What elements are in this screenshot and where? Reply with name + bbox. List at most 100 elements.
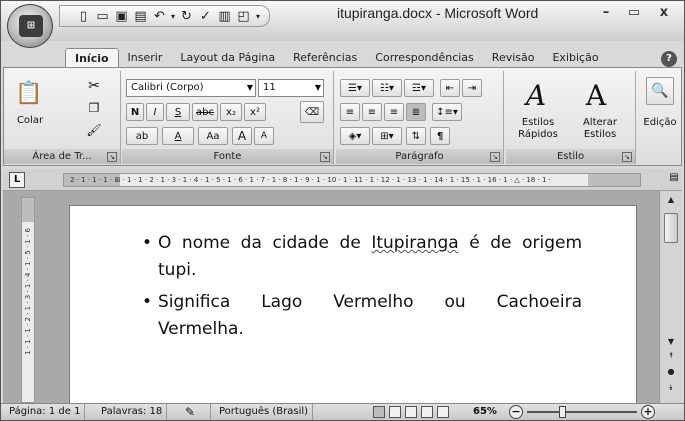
print-preview-icon[interactable]: ◰ <box>234 7 253 25</box>
print-icon[interactable]: ▤ <box>131 7 150 25</box>
paste-button[interactable]: 📋 <box>10 75 48 111</box>
tab-inserir[interactable]: Inserir <box>119 48 172 68</box>
list-item[interactable]: • Significa Lago Vermelho ou Cachoeira Ve… <box>142 289 582 343</box>
outline-view-icon[interactable] <box>421 406 433 418</box>
multilevel-list-icon[interactable]: ☲▾ <box>404 79 434 97</box>
clipboard-launcher-icon[interactable]: ↘ <box>107 152 117 162</box>
zoom-out-button[interactable]: − <box>509 405 523 419</box>
bullets-icon[interactable]: ☰▾ <box>340 79 370 97</box>
office-button[interactable]: ⊞ <box>7 4 53 48</box>
highlight-icon[interactable]: ab <box>126 127 158 145</box>
align-center-icon[interactable]: ≡ <box>362 103 382 121</box>
new-document-icon[interactable]: ▯ <box>74 7 93 25</box>
font-launcher-icon[interactable]: ↘ <box>320 152 330 162</box>
view-ruler-icon[interactable]: ▤ <box>667 172 681 188</box>
list-item[interactable]: • O nome da cidade de Itupiranga é de ori… <box>142 230 582 284</box>
scroll-down-icon[interactable]: ▼ <box>664 337 678 349</box>
undo-icon[interactable]: ↶ <box>150 7 169 25</box>
grow-font-button[interactable]: A <box>232 127 252 145</box>
change-case-button[interactable]: Aa <box>198 127 228 145</box>
undo-dropdown-icon[interactable]: ▾ <box>169 7 177 25</box>
clipboard-group: 📋 Colar ✂ ❐ 🖌 Área de Tr... ↘ <box>4 71 121 164</box>
tab-correspondencias[interactable]: Correspondências <box>366 48 483 68</box>
open-icon[interactable]: ▭ <box>93 7 112 25</box>
scroll-up-icon[interactable]: ▲ <box>664 195 678 207</box>
tab-inicio[interactable]: Início <box>65 48 119 68</box>
table-icon[interactable]: ▥ <box>215 7 234 25</box>
subscript-button[interactable]: x₂ <box>220 103 242 121</box>
show-formatting-button[interactable]: ¶ <box>430 127 450 145</box>
shading-icon[interactable]: ◈▾ <box>340 127 370 145</box>
bullet-text: O nome da cidade de <box>158 233 372 253</box>
font-size-select[interactable]: 11 ▼ <box>258 79 324 97</box>
tab-referencias[interactable]: Referências <box>284 48 366 68</box>
redo-icon[interactable]: ↻ <box>177 7 196 25</box>
superscript-button[interactable]: x² <box>244 103 266 121</box>
underline-button[interactable]: S <box>166 103 190 121</box>
help-icon[interactable]: ? <box>661 51 677 67</box>
horizontal-ruler[interactable]: 2 · 1 · 1 · 1 · ⊠ · 1 · 1 · 2 · 1 · 3 · … <box>63 173 641 187</box>
scrollbar-thumb[interactable] <box>664 213 678 243</box>
increase-indent-icon[interactable]: ⇥ <box>462 79 482 97</box>
language-indicator[interactable]: Português (Brasil) <box>215 404 314 420</box>
paste-label[interactable]: Colar <box>10 115 50 127</box>
previous-page-icon[interactable]: ⯭ <box>664 351 678 363</box>
format-painter-icon[interactable]: 🖌 <box>84 121 104 139</box>
change-styles-button[interactable]: Alterar Estilos <box>570 117 630 141</box>
strikethrough-button[interactable]: abc <box>192 103 218 121</box>
tab-selector-button[interactable]: L <box>9 172 25 188</box>
bold-button[interactable]: N <box>126 103 144 121</box>
tab-revisao[interactable]: Revisão <box>483 48 544 68</box>
justify-icon[interactable]: ≣ <box>406 103 426 121</box>
close-button[interactable]: x <box>651 5 677 23</box>
proofing-icon[interactable]: ✎ <box>181 404 211 420</box>
sort-icon[interactable]: ⇅ <box>406 127 426 145</box>
decrease-indent-icon[interactable]: ⇤ <box>440 79 460 97</box>
top-margin-area <box>22 198 34 222</box>
misspelled-word[interactable]: Itupiranga <box>371 233 458 253</box>
font-color-icon[interactable]: A <box>162 127 194 145</box>
clear-formatting-icon[interactable]: ⌫ <box>300 101 324 123</box>
italic-button[interactable]: I <box>146 103 164 121</box>
tab-exibicao[interactable]: Exibição <box>543 48 607 68</box>
print-layout-view-icon[interactable] <box>373 406 385 418</box>
quick-styles-button[interactable]: Estilos Rápidos <box>508 117 568 141</box>
word-window: ▯ ▭ ▣ ▤ ↶ ▾ ↻ ✓ ▥ ◰ ▾ itupiranga.docx - … <box>0 0 685 421</box>
minimize-button[interactable]: – <box>593 5 619 23</box>
page-count[interactable]: Página: 1 de 1 <box>5 404 86 420</box>
next-page-icon[interactable]: ⯯ <box>664 383 678 395</box>
customize-toolbar-icon[interactable]: ▾ <box>253 7 263 25</box>
draft-view-icon[interactable] <box>437 406 449 418</box>
vertical-scrollbar[interactable]: ▲ ▼ ⯭ ● ⯯ <box>659 191 682 403</box>
word-count[interactable]: Palavras: 18 <box>97 404 168 420</box>
copy-icon[interactable]: ❐ <box>84 99 104 117</box>
line-spacing-icon[interactable]: ↕≡▾ <box>432 103 462 121</box>
zoom-slider[interactable] <box>527 406 637 418</box>
zoom-slider-thumb[interactable] <box>559 406 566 418</box>
quick-styles-icon[interactable]: A <box>516 77 556 113</box>
align-right-icon[interactable]: ≡ <box>384 103 404 121</box>
change-styles-icon[interactable]: A <box>576 77 616 113</box>
editing-button[interactable]: Edição <box>638 117 682 129</box>
shrink-font-button[interactable]: A <box>254 127 274 145</box>
spelling-icon[interactable]: ✓ <box>196 7 215 25</box>
vertical-ruler[interactable]: 1 · 1 · 1 · 2 · 1 · 3 · 1 · 4 · 1 · 5 · … <box>21 197 35 403</box>
font-name-select[interactable]: Calibri (Corpo) ▼ <box>126 79 256 97</box>
numbering-icon[interactable]: ☷▾ <box>372 79 402 97</box>
zoom-in-button[interactable]: + <box>641 405 655 419</box>
styles-launcher-icon[interactable]: ↘ <box>622 152 632 162</box>
cut-icon[interactable]: ✂ <box>84 77 104 95</box>
zoom-level[interactable]: 65% <box>469 404 501 420</box>
ribbon-tabs: Início Inserir Layout da Página Referênc… <box>65 48 608 68</box>
find-icon[interactable]: 🔍 <box>646 77 674 105</box>
document-page[interactable]: • O nome da cidade de Itupiranga é de ori… <box>69 205 637 403</box>
web-layout-icon[interactable] <box>405 406 417 418</box>
paragraph-launcher-icon[interactable]: ↘ <box>490 152 500 162</box>
maximize-button[interactable]: ▭ <box>621 5 647 23</box>
save-icon[interactable]: ▣ <box>112 7 131 25</box>
select-browse-object-icon[interactable]: ● <box>664 367 678 379</box>
tab-layout-da-pagina[interactable]: Layout da Página <box>171 48 284 68</box>
full-screen-reading-icon[interactable] <box>389 406 401 418</box>
align-left-icon[interactable]: ≡ <box>340 103 360 121</box>
borders-icon[interactable]: ⊞▾ <box>372 127 402 145</box>
